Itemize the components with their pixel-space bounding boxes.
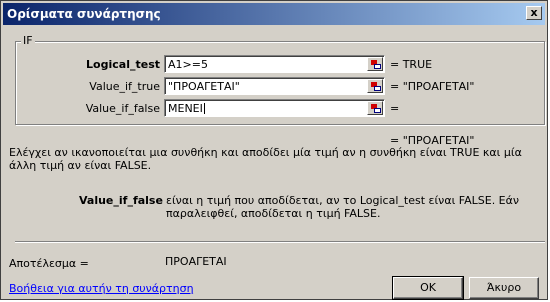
value-if-true-result: = "ΠΡΟΑΓΕΤΑΙ" xyxy=(390,80,475,93)
function-name-label: IF xyxy=(21,34,35,47)
value-if-false-collapse-button[interactable] xyxy=(367,101,383,115)
value-if-true-label: Value_if_true xyxy=(89,80,160,93)
argument-help-name: Value_if_false xyxy=(79,194,163,207)
title-bar[interactable]: Ορίσματα συνάρτησης x xyxy=(3,3,545,25)
logical-test-value: A1>=5 xyxy=(168,58,208,71)
close-icon: x xyxy=(530,6,538,19)
logical-test-result: = TRUE xyxy=(390,58,433,71)
logical-test-collapse-button[interactable] xyxy=(367,57,383,71)
argument-help-text: είναι η τιμή που αποδίδεται, αν το Logic… xyxy=(166,194,520,220)
ok-button[interactable]: OK xyxy=(392,276,464,300)
value-if-true-input[interactable]: "ΠΡΟΑΓΕΤΑΙ" xyxy=(164,77,385,95)
logical-test-input[interactable]: A1>=5 xyxy=(164,55,385,73)
value-if-false-value: ΜΕΝΕΙ xyxy=(168,102,203,115)
value-if-true-value: "ΠΡΟΑΓΕΤΑΙ" xyxy=(168,80,240,93)
logical-test-label: Logical_test xyxy=(86,58,160,71)
value-if-false-result: = xyxy=(390,102,400,115)
result-value: ΠΡΟΑΓΕΤΑΙ xyxy=(165,255,227,268)
value-if-false-label: Value_if_false xyxy=(85,102,160,115)
function-arguments-dialog: Ορίσματα συνάρτησης x IF Logical_test A1… xyxy=(0,0,548,300)
function-description: Ελέγχει αν ικανοποιείται μια συνθήκη και… xyxy=(9,146,522,172)
separator xyxy=(15,241,545,243)
result-label: Αποτέλεσμα = xyxy=(9,257,89,270)
value-if-true-collapse-button[interactable] xyxy=(367,79,383,93)
value-if-false-input[interactable]: ΜΕΝΕΙ xyxy=(164,99,385,117)
cancel-button[interactable]: Άκυρο xyxy=(469,277,539,299)
text-caret xyxy=(203,103,205,114)
close-button[interactable]: x xyxy=(526,6,542,20)
dialog-title: Ορίσματα συνάρτησης xyxy=(7,7,161,21)
help-link[interactable]: Βοήθεια για αυτήν τη συνάρτηση xyxy=(9,282,194,295)
